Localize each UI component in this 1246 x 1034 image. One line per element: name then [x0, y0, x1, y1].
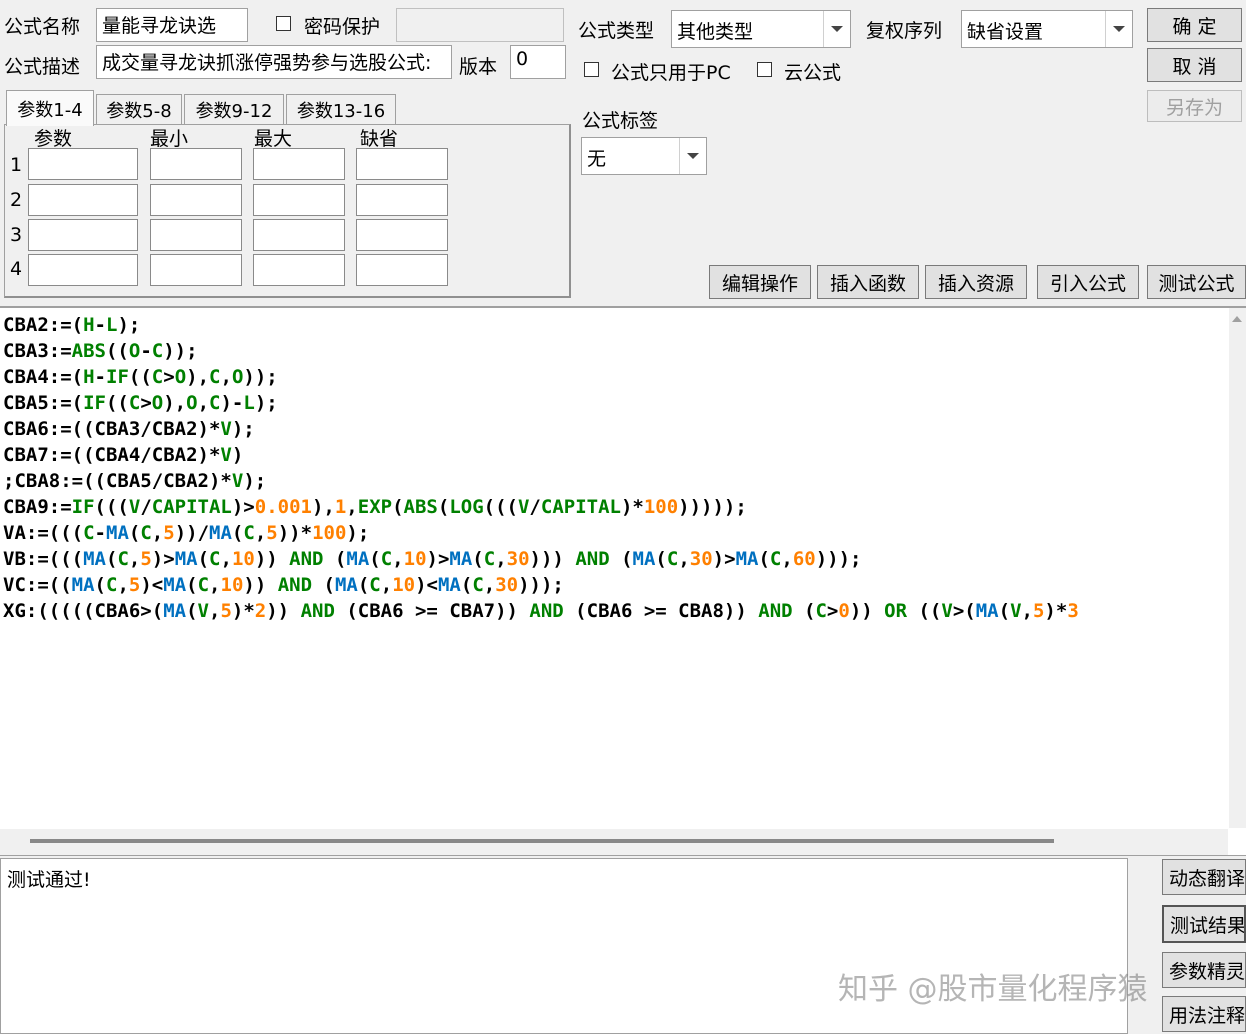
formula-tag-label: 公式标签 [582, 110, 659, 132]
watermark: 知乎 @股市量化程序猿 [838, 972, 1148, 1007]
insert-resource-button[interactable]: 插入资源 [925, 265, 1027, 299]
tab-params-13-16[interactable]: 参数13-16 [286, 94, 396, 124]
horizontal-scrollbar[interactable] [0, 829, 1228, 855]
code-line[interactable]: XG:(((((CBA6>(MA(V,5)*2)) AND (CBA6 >= C… [3, 598, 1228, 624]
edit-ops-button[interactable]: 编辑操作 [709, 265, 811, 299]
formula-type-select[interactable]: 其他类型 [671, 10, 851, 48]
ok-button[interactable]: 确 定 [1147, 8, 1242, 42]
code-line[interactable]: ;CBA8:=((CBA5/CBA2)*V); [3, 468, 1228, 494]
param-default-input[interactable] [356, 254, 448, 286]
chevron-down-icon[interactable] [679, 138, 706, 174]
formula-name-label: 公式名称 [4, 16, 81, 38]
param-min-input[interactable] [150, 219, 242, 251]
password-checkbox[interactable] [276, 16, 291, 31]
test-result-button[interactable]: 测试结果 [1162, 905, 1246, 943]
insert-function-button[interactable]: 插入函数 [817, 265, 919, 299]
param-default-input[interactable] [356, 219, 448, 251]
formula-desc-input[interactable]: 成交量寻龙诀抓涨停强势参与选股公式: [96, 45, 452, 79]
vertical-scrollbar[interactable] [1229, 308, 1246, 828]
param-min-input[interactable] [150, 254, 242, 286]
formula-name-input[interactable]: 量能寻龙诀选 [96, 8, 248, 42]
version-label: 版本 [459, 56, 498, 78]
chevron-up-icon[interactable] [1232, 316, 1242, 322]
param-name-input[interactable] [28, 184, 138, 216]
import-formula-button[interactable]: 引入公式 [1037, 265, 1139, 299]
cloud-checkbox[interactable] [757, 62, 772, 77]
code-line[interactable]: CBA3:=ABS((O-C)); [3, 338, 1228, 364]
code-line[interactable]: CBA7:=((CBA4/CBA2)*V) [3, 442, 1228, 468]
param-max-input[interactable] [253, 219, 345, 251]
param-min-input[interactable] [150, 148, 242, 180]
formula-tag-value: 无 [587, 148, 607, 170]
test-output-message: 测试通过! [7, 869, 91, 891]
password-label: 密码保护 [304, 16, 381, 38]
param-header-min: 最小 [150, 128, 189, 150]
chevron-down-icon[interactable] [823, 11, 850, 47]
param-max-input[interactable] [253, 254, 345, 286]
code-line[interactable]: CBA5:=(IF((C>O),O,C)-L); [3, 390, 1228, 416]
rights-seq-value: 缺省设置 [967, 21, 1044, 43]
pc-only-label: 公式只用于PC [611, 62, 731, 84]
formula-desc-label: 公式描述 [4, 56, 81, 78]
formula-type-value: 其他类型 [677, 21, 754, 43]
code-line[interactable]: CBA9:=IF(((V/CAPITAL)>0.001),1,EXP(ABS(L… [3, 494, 1228, 520]
cancel-button[interactable]: 取 消 [1147, 48, 1242, 82]
rights-seq-label: 复权序列 [866, 20, 943, 42]
param-header-max: 最大 [254, 128, 293, 150]
pc-only-checkbox[interactable] [584, 62, 599, 77]
param-row-number: 3 [10, 224, 23, 246]
cloud-label: 云公式 [784, 62, 842, 84]
param-default-input[interactable] [356, 184, 448, 216]
param-name-input[interactable] [28, 148, 138, 180]
code-line[interactable]: CBA2:=(H-L); [3, 312, 1228, 338]
formula-tag-select[interactable]: 无 [581, 137, 707, 175]
param-max-input[interactable] [253, 184, 345, 216]
usage-notes-button[interactable]: 用法注释 [1162, 996, 1246, 1032]
param-header-default: 缺省 [360, 128, 399, 150]
password-input[interactable] [396, 8, 564, 42]
param-default-input[interactable] [356, 148, 448, 180]
chevron-down-icon[interactable] [1105, 11, 1132, 47]
rights-seq-select[interactable]: 缺省设置 [961, 10, 1133, 48]
dynamic-translate-button[interactable]: 动态翻译 [1162, 859, 1246, 895]
param-row-number: 1 [10, 154, 23, 176]
version-input[interactable]: 0 [510, 45, 566, 79]
tab-params-1-4[interactable]: 参数1-4 [6, 90, 94, 126]
code-line[interactable]: CBA6:=((CBA3/CBA2)*V); [3, 416, 1228, 442]
horizontal-scroll-thumb[interactable] [30, 839, 1054, 843]
tab-params-5-8[interactable]: 参数5-8 [96, 94, 182, 124]
param-name-input[interactable] [28, 219, 138, 251]
formula-type-label: 公式类型 [578, 20, 655, 42]
param-max-input[interactable] [253, 148, 345, 180]
test-formula-button[interactable]: 测试公式 [1147, 265, 1246, 299]
param-header-name: 参数 [34, 128, 73, 150]
param-wizard-button[interactable]: 参数精灵 [1162, 952, 1246, 988]
param-row-number: 4 [10, 258, 23, 280]
param-row-number: 2 [10, 189, 23, 211]
param-min-input[interactable] [150, 184, 242, 216]
code-editor[interactable]: CBA2:=(H-L); CBA3:=ABS((O-C)); CBA4:=(H-IF… [0, 306, 1246, 856]
code-line[interactable]: VC:=((MA(C,5)<MA(C,10)) AND (MA(C,10)<MA… [3, 572, 1228, 598]
code-line[interactable]: VA:=(((C-MA(C,5))/MA(C,5))*100); [3, 520, 1228, 546]
code-line[interactable]: CBA4:=(H-IF((C>O),C,O)); [3, 364, 1228, 390]
save-as-button[interactable]: 另存为 [1147, 90, 1242, 122]
code-text[interactable]: CBA2:=(H-L); CBA3:=ABS((O-C)); CBA4:=(H-IF… [3, 312, 1228, 624]
param-name-input[interactable] [28, 254, 138, 286]
code-line[interactable]: VB:=(((MA(C,5)>MA(C,10)) AND (MA(C,10)>M… [3, 546, 1228, 572]
tab-params-9-12[interactable]: 参数9-12 [184, 94, 284, 124]
